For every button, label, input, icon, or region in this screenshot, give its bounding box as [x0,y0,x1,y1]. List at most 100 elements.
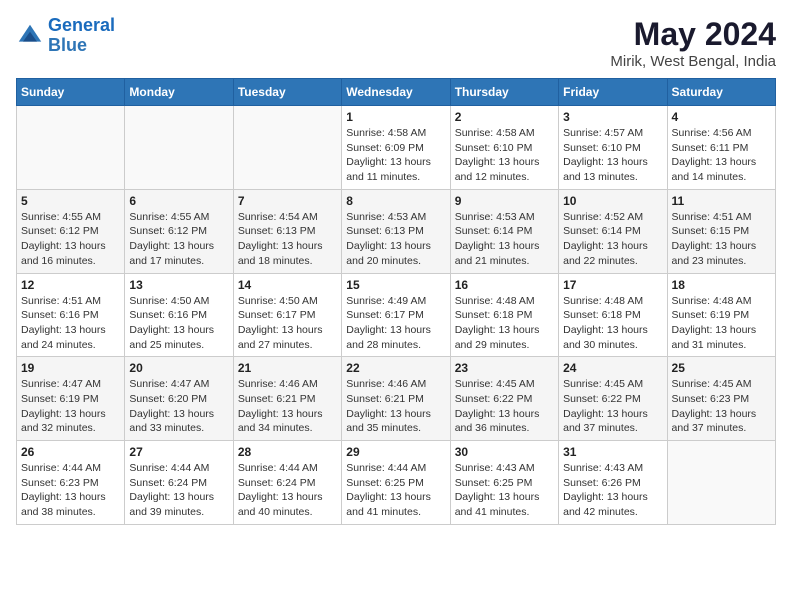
day-number: 18 [672,278,771,292]
day-number: 22 [346,361,445,375]
calendar-body: 1 Sunrise: 4:58 AM Sunset: 6:09 PM Daylig… [17,106,776,525]
calendar-cell: 1 Sunrise: 4:58 AM Sunset: 6:09 PM Daylig… [342,106,450,190]
day-number: 19 [21,361,120,375]
calendar-week-row: 5Sunrise: 4:55 AM Sunset: 6:12 PM Daylig… [17,189,776,273]
calendar-cell: 3Sunrise: 4:57 AM Sunset: 6:10 PM Daylig… [559,106,667,190]
day-info: Sunrise: 4:58 AM Sunset: 6:09 PM Dayligh… [346,126,445,185]
calendar-cell: 5Sunrise: 4:55 AM Sunset: 6:12 PM Daylig… [17,189,125,273]
day-number: 2 [455,110,554,124]
calendar-cell [233,106,341,190]
calendar-cell: 6Sunrise: 4:55 AM Sunset: 6:12 PM Daylig… [125,189,233,273]
day-number: 26 [21,445,120,459]
calendar-cell: 2 Sunrise: 4:58 AM Sunset: 6:10 PM Daylig… [450,106,558,190]
weekday-header-saturday: Saturday [667,79,775,106]
weekday-header-tuesday: Tuesday [233,79,341,106]
logo-text: General Blue [48,16,115,56]
calendar-cell: 31 Sunrise: 4:43 AM Sunset: 6:26 PM Dayli… [559,441,667,525]
calendar-cell: 4 Sunrise: 4:56 AM Sunset: 6:11 PM Daylig… [667,106,775,190]
calendar-cell: 10Sunrise: 4:52 AM Sunset: 6:14 PM Dayli… [559,189,667,273]
day-number: 3 [563,110,662,124]
calendar-title: May 2024 [610,16,776,53]
calendar-cell: 13 Sunrise: 4:50 AM Sunset: 6:16 PM Dayli… [125,273,233,357]
day-info: Sunrise: 4:55 AM Sunset: 6:12 PM Dayligh… [129,210,228,269]
day-info: Sunrise: 4:45 AM Sunset: 6:23 PM Dayligh… [672,377,771,436]
day-info: Sunrise: 4:44 AM Sunset: 6:24 PM Dayligh… [129,461,228,520]
calendar-cell: 29 Sunrise: 4:44 AM Sunset: 6:25 PM Dayli… [342,441,450,525]
day-number: 20 [129,361,228,375]
calendar-cell: 11Sunrise: 4:51 AM Sunset: 6:15 PM Dayli… [667,189,775,273]
calendar-cell: 25 Sunrise: 4:45 AM Sunset: 6:23 PM Dayli… [667,357,775,441]
calendar-cell: 15 Sunrise: 4:49 AM Sunset: 6:17 PM Dayli… [342,273,450,357]
weekday-header-sunday: Sunday [17,79,125,106]
day-info: Sunrise: 4:45 AM Sunset: 6:22 PM Dayligh… [455,377,554,436]
day-number: 8 [346,194,445,208]
calendar-cell: 22 Sunrise: 4:46 AM Sunset: 6:21 PM Dayli… [342,357,450,441]
calendar-cell: 19 Sunrise: 4:47 AM Sunset: 6:19 PM Dayli… [17,357,125,441]
day-info: Sunrise: 4:45 AM Sunset: 6:22 PM Dayligh… [563,377,662,436]
day-info: Sunrise: 4:52 AM Sunset: 6:14 PM Dayligh… [563,210,662,269]
day-number: 7 [238,194,337,208]
day-number: 17 [563,278,662,292]
day-info: Sunrise: 4:44 AM Sunset: 6:24 PM Dayligh… [238,461,337,520]
day-number: 27 [129,445,228,459]
day-number: 14 [238,278,337,292]
calendar-cell: 16Sunrise: 4:48 AM Sunset: 6:18 PM Dayli… [450,273,558,357]
calendar-cell: 9 Sunrise: 4:53 AM Sunset: 6:14 PM Daylig… [450,189,558,273]
day-info: Sunrise: 4:54 AM Sunset: 6:13 PM Dayligh… [238,210,337,269]
day-info: Sunrise: 4:47 AM Sunset: 6:19 PM Dayligh… [21,377,120,436]
calendar-cell: 14Sunrise: 4:50 AM Sunset: 6:17 PM Dayli… [233,273,341,357]
day-number: 13 [129,278,228,292]
day-info: Sunrise: 4:53 AM Sunset: 6:14 PM Dayligh… [455,210,554,269]
day-number: 12 [21,278,120,292]
day-number: 1 [346,110,445,124]
calendar-week-row: 19 Sunrise: 4:47 AM Sunset: 6:19 PM Dayli… [17,357,776,441]
day-info: Sunrise: 4:49 AM Sunset: 6:17 PM Dayligh… [346,294,445,353]
day-info: Sunrise: 4:44 AM Sunset: 6:25 PM Dayligh… [346,461,445,520]
calendar-cell [667,441,775,525]
calendar-header: SundayMondayTuesdayWednesdayThursdayFrid… [17,79,776,106]
day-number: 28 [238,445,337,459]
day-info: Sunrise: 4:46 AM Sunset: 6:21 PM Dayligh… [346,377,445,436]
day-number: 29 [346,445,445,459]
title-block: May 2024 Mirik, West Bengal, India [610,16,776,70]
calendar-cell: 7 Sunrise: 4:54 AM Sunset: 6:13 PM Daylig… [233,189,341,273]
calendar-cell: 18Sunrise: 4:48 AM Sunset: 6:19 PM Dayli… [667,273,775,357]
weekday-header-monday: Monday [125,79,233,106]
calendar-cell [125,106,233,190]
day-info: Sunrise: 4:43 AM Sunset: 6:26 PM Dayligh… [563,461,662,520]
calendar-subtitle: Mirik, West Bengal, India [610,53,776,70]
day-number: 15 [346,278,445,292]
calendar-cell: 8 Sunrise: 4:53 AM Sunset: 6:13 PM Daylig… [342,189,450,273]
day-info: Sunrise: 4:55 AM Sunset: 6:12 PM Dayligh… [21,210,120,269]
calendar-table: SundayMondayTuesdayWednesdayThursdayFrid… [16,78,776,525]
day-info: Sunrise: 4:51 AM Sunset: 6:16 PM Dayligh… [21,294,120,353]
calendar-week-row: 1 Sunrise: 4:58 AM Sunset: 6:09 PM Daylig… [17,106,776,190]
page-header: General Blue May 2024 Mirik, West Bengal… [16,16,776,70]
day-info: Sunrise: 4:50 AM Sunset: 6:16 PM Dayligh… [129,294,228,353]
day-number: 21 [238,361,337,375]
day-info: Sunrise: 4:58 AM Sunset: 6:10 PM Dayligh… [455,126,554,185]
day-number: 31 [563,445,662,459]
day-info: Sunrise: 4:48 AM Sunset: 6:18 PM Dayligh… [563,294,662,353]
day-number: 16 [455,278,554,292]
day-number: 11 [672,194,771,208]
calendar-cell [17,106,125,190]
day-number: 9 [455,194,554,208]
logo-icon [16,22,44,50]
calendar-cell: 27 Sunrise: 4:44 AM Sunset: 6:24 PM Dayli… [125,441,233,525]
day-info: Sunrise: 4:46 AM Sunset: 6:21 PM Dayligh… [238,377,337,436]
day-number: 4 [672,110,771,124]
calendar-cell: 12 Sunrise: 4:51 AM Sunset: 6:16 PM Dayli… [17,273,125,357]
calendar-cell: 28 Sunrise: 4:44 AM Sunset: 6:24 PM Dayli… [233,441,341,525]
day-info: Sunrise: 4:44 AM Sunset: 6:23 PM Dayligh… [21,461,120,520]
day-info: Sunrise: 4:56 AM Sunset: 6:11 PM Dayligh… [672,126,771,185]
calendar-cell: 24Sunrise: 4:45 AM Sunset: 6:22 PM Dayli… [559,357,667,441]
day-number: 30 [455,445,554,459]
day-info: Sunrise: 4:53 AM Sunset: 6:13 PM Dayligh… [346,210,445,269]
calendar-week-row: 26 Sunrise: 4:44 AM Sunset: 6:23 PM Dayli… [17,441,776,525]
weekday-header-friday: Friday [559,79,667,106]
day-number: 25 [672,361,771,375]
day-info: Sunrise: 4:47 AM Sunset: 6:20 PM Dayligh… [129,377,228,436]
calendar-cell: 30Sunrise: 4:43 AM Sunset: 6:25 PM Dayli… [450,441,558,525]
calendar-cell: 26 Sunrise: 4:44 AM Sunset: 6:23 PM Dayli… [17,441,125,525]
